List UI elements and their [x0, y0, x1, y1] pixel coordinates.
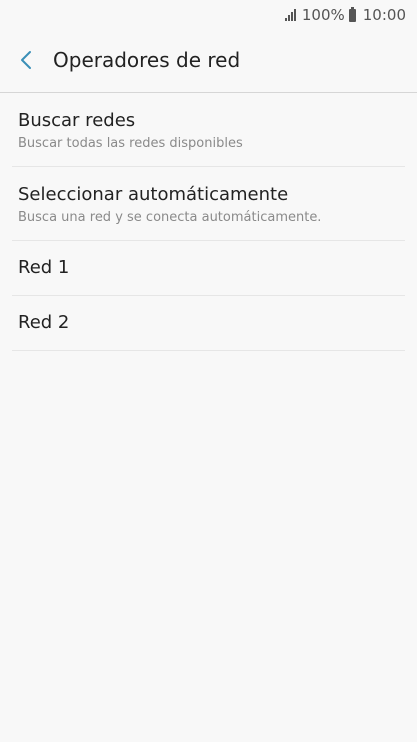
- list-item-title: Seleccionar automáticamente: [18, 184, 289, 205]
- status-indicators: 100% 10:00: [284, 6, 406, 24]
- list-item-title: Red 2: [18, 312, 70, 333]
- battery-percent: 100%: [301, 6, 345, 24]
- signal-bars-icon: [284, 9, 296, 21]
- status-time: 10:00: [362, 6, 406, 24]
- chevron-left-icon[interactable]: [14, 47, 40, 73]
- page-title: Operadores de red: [53, 48, 241, 72]
- list-item-red-1[interactable]: Red 1: [12, 241, 405, 296]
- battery-icon: [348, 6, 356, 22]
- list-item-title: Buscar redes: [18, 110, 136, 131]
- settings-list: Buscar redes Buscar todas las redes disp…: [0, 93, 417, 351]
- list-item-seleccionar-automaticamente[interactable]: Seleccionar automáticamente Busca una re…: [12, 167, 405, 241]
- header: Operadores de red: [0, 30, 417, 93]
- list-item-subtitle: Busca una red y se conecta automáticamen…: [18, 210, 322, 225]
- list-item-red-2[interactable]: Red 2: [12, 296, 405, 351]
- list-item-buscar-redes[interactable]: Buscar redes Buscar todas las redes disp…: [12, 93, 405, 167]
- list-item-title: Red 1: [18, 257, 70, 278]
- status-bar: 100% 10:00: [0, 0, 417, 30]
- screen: 100% 10:00 Operadores de red Buscar rede…: [0, 0, 417, 742]
- list-item-subtitle: Buscar todas las redes disponibles: [18, 136, 243, 151]
